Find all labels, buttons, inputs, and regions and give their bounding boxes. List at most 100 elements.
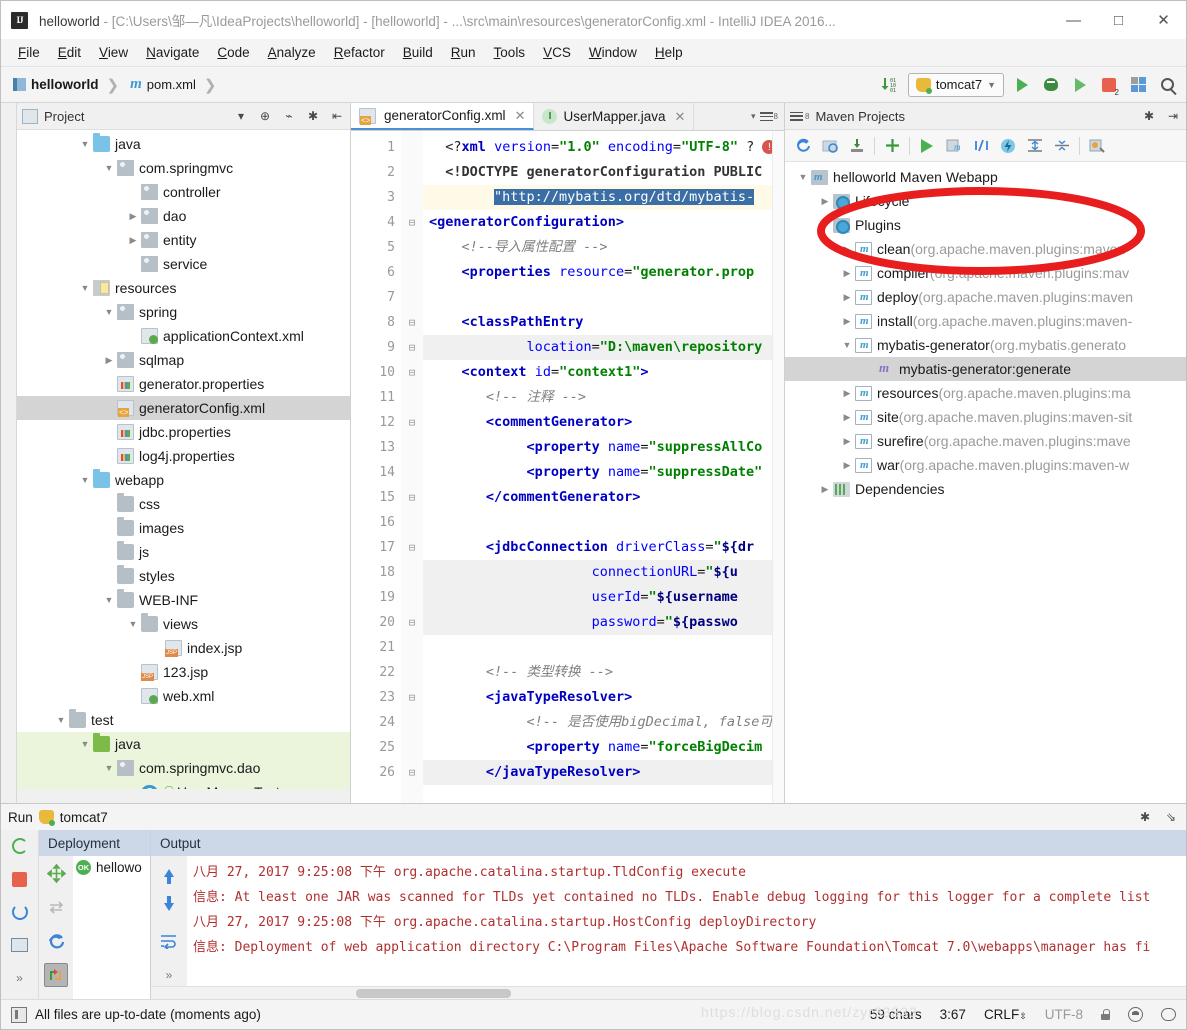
maven-tree-item-site[interactable]: ▶ site (org.apache.maven.plugins:maven-si… <box>785 405 1186 429</box>
update-project-icon[interactable]: 01 10 01 <box>879 74 901 96</box>
maven-tree-item-deploy[interactable]: ▶ deploy (org.apache.maven.plugins:maven <box>785 285 1186 309</box>
tree-item-generatorconfig-xml[interactable]: generatorConfig.xml <box>17 396 350 420</box>
fold-marker-icon[interactable]: ⊟ <box>401 335 423 360</box>
undeploy-icon[interactable] <box>44 895 68 919</box>
editor-tab-generatorconfig-xml[interactable]: generatorConfig.xml ✕ <box>351 103 535 130</box>
code-line[interactable]: <property name="suppressDate" <box>423 460 772 485</box>
maven-tree-item-plugins[interactable]: ▼ Plugins <box>785 213 1186 237</box>
code-line[interactable]: <!-- 类型转换 --> <box>423 660 772 685</box>
tree-item-123-jsp[interactable]: 123.jsp <box>17 660 350 684</box>
maven-expand-arrow-icon[interactable]: ▶ <box>839 244 855 255</box>
hamburger-icon[interactable]: 8 <box>790 111 809 121</box>
tree-item-dao[interactable]: ▶ dao <box>17 204 350 228</box>
tree-item-web-inf[interactable]: ▼ WEB-INF <box>17 588 350 612</box>
code-line[interactable]: <?xml version="1.0" encoding="UTF-8" ? ! <box>423 135 772 160</box>
maven-expand-arrow-icon[interactable]: ▼ <box>839 340 855 350</box>
file-encoding[interactable]: UTF-8 <box>1045 1007 1083 1022</box>
tree-item-java[interactable]: ▼ java <box>17 732 350 756</box>
toggle-offline-icon[interactable] <box>998 136 1018 156</box>
console-output[interactable]: 八月 27, 2017 9:25:08 下午 org.apache.catali… <box>187 856 1186 986</box>
menu-item-file[interactable]: File <box>9 42 49 63</box>
maven-tree-item-lifecycle[interactable]: ▶ Lifecycle <box>785 189 1186 213</box>
tree-item-com-springmvc[interactable]: ▼ com.springmvc <box>17 156 350 180</box>
maven-tree-item-install[interactable]: ▶ install (org.apache.maven.plugins:maven… <box>785 309 1186 333</box>
code-line[interactable]: <classPathEntry <box>423 310 772 335</box>
maven-tree[interactable]: ▼helloworld Maven Webapp▶Lifecycle▼Plugi… <box>785 162 1186 803</box>
event-log-icon[interactable] <box>1161 1008 1176 1021</box>
hide-panel-icon[interactable]: ⇥ <box>1165 108 1181 124</box>
tree-item-service[interactable]: service <box>17 252 350 276</box>
menu-item-view[interactable]: View <box>90 42 137 63</box>
tree-item-resources[interactable]: ▼ resources <box>17 276 350 300</box>
close-icon[interactable]: ✕ <box>675 109 686 125</box>
update-resources-icon[interactable] <box>44 963 68 987</box>
maven-expand-arrow-icon[interactable]: ▶ <box>839 436 855 447</box>
menu-item-run[interactable]: Run <box>442 42 485 63</box>
add-maven-project-icon[interactable] <box>882 136 902 156</box>
maximize-button[interactable]: □ <box>1096 1 1141 39</box>
tree-expand-arrow-icon[interactable]: ▼ <box>77 139 93 149</box>
tree-item-css[interactable]: css <box>17 492 350 516</box>
project-tree[interactable]: ▼ java ▼ com.springmvc controller ▶ dao ▶ entity… <box>17 130 350 789</box>
code-line[interactable]: <commentGenerator> <box>423 410 772 435</box>
maven-tree-item-mybatis-generator-generate[interactable]: mybatis-generator:generate <box>785 357 1186 381</box>
chevron-down-icon[interactable]: ▾ <box>751 111 756 122</box>
maven-expand-arrow-icon[interactable]: ▼ <box>795 172 811 182</box>
expand-all-icon[interactable] <box>1025 136 1045 156</box>
code-line[interactable]: "http://mybatis.org/dtd/mybatis- <box>423 185 772 210</box>
code-content[interactable]: <?xml version="1.0" encoding="UTF-8" ? !… <box>423 131 772 803</box>
tree-expand-arrow-icon[interactable]: ▼ <box>125 619 141 629</box>
tree-expand-arrow-icon[interactable]: ▼ <box>101 595 117 605</box>
fold-marker-icon[interactable]: ⊟ <box>401 485 423 510</box>
tree-expand-arrow-icon[interactable]: ▼ <box>77 283 93 293</box>
tree-item-usermappertest[interactable]: C UserMapperTest <box>17 780 350 789</box>
soft-wrap-icon[interactable] <box>157 930 181 952</box>
menu-item-build[interactable]: Build <box>394 42 442 63</box>
tree-item-entity[interactable]: ▶ entity <box>17 228 350 252</box>
hide-panel-icon[interactable]: ⇘ <box>1163 809 1179 825</box>
scroll-down-icon[interactable] <box>157 896 181 918</box>
code-line[interactable] <box>423 510 772 535</box>
search-icon[interactable] <box>1156 74 1178 96</box>
code-line[interactable]: <context id="context1"> <box>423 360 772 385</box>
maven-expand-arrow-icon[interactable]: ▶ <box>817 484 833 495</box>
tree-expand-arrow-icon[interactable]: ▼ <box>101 307 117 317</box>
debug-button[interactable] <box>1040 74 1062 96</box>
close-icon[interactable]: ✕ <box>515 108 526 124</box>
code-line[interactable]: <property name="suppressAllCo <box>423 435 772 460</box>
locate-file-icon[interactable]: ⊕ <box>257 108 273 124</box>
more-output-actions-icon[interactable]: » <box>157 964 181 986</box>
run-configuration-selector[interactable]: tomcat7 ▼ <box>907 72 1004 97</box>
maven-tree-item-dependencies[interactable]: ▶ Dependencies <box>785 477 1186 501</box>
generate-sources-icon[interactable] <box>820 136 840 156</box>
maven-tree-item-resources[interactable]: ▶ resources (org.apache.maven.plugins:ma <box>785 381 1186 405</box>
tree-item-webapp[interactable]: ▼ webapp <box>17 468 350 492</box>
fold-marker-icon[interactable]: ⊟ <box>401 685 423 710</box>
breadcrumb-helloworld[interactable]: helloworld ❯ <box>9 74 126 96</box>
code-line[interactable]: <javaTypeResolver> <box>423 685 772 710</box>
lock-icon[interactable] <box>1101 1009 1110 1020</box>
menu-item-window[interactable]: Window <box>580 42 646 63</box>
menu-item-edit[interactable]: Edit <box>49 42 90 63</box>
menu-item-vcs[interactable]: VCS <box>534 42 580 63</box>
deploy-icon[interactable] <box>44 861 68 885</box>
tree-expand-arrow-icon[interactable]: ▼ <box>101 763 117 773</box>
tree-item-generator-properties[interactable]: generator.properties <box>17 372 350 396</box>
collapse-all-icon[interactable] <box>1052 136 1072 156</box>
code-line[interactable]: <generatorConfiguration> <box>423 210 772 235</box>
code-line[interactable]: location="D:\maven\repository <box>423 335 772 360</box>
code-editor[interactable]: 1 2 3 4 5 6 7 8 9 10 11 12 13 14 15 16 17 18 19 20 21 22 23 24 2… <box>351 131 784 803</box>
maven-tree-item-compiler[interactable]: ▶ compiler (org.apache.maven.plugins:mav <box>785 261 1186 285</box>
maven-expand-arrow-icon[interactable]: ▶ <box>817 196 833 207</box>
code-line[interactable]: </commentGenerator> <box>423 485 772 510</box>
fold-marker-icon[interactable]: ⊟ <box>401 410 423 435</box>
tree-expand-arrow-icon[interactable]: ▶ <box>101 355 117 366</box>
minimize-button[interactable]: — <box>1051 1 1096 39</box>
tree-item-views[interactable]: ▼ views <box>17 612 350 636</box>
fold-marker-icon[interactable]: ⊟ <box>401 210 423 235</box>
maven-tree-item-war[interactable]: ▶ war (org.apache.maven.plugins:maven-w <box>785 453 1186 477</box>
caret-position[interactable]: 3:67 <box>940 1007 966 1022</box>
code-line[interactable] <box>423 285 772 310</box>
console-horizontal-scrollbar[interactable] <box>151 986 1186 999</box>
tree-item-styles[interactable]: styles <box>17 564 350 588</box>
